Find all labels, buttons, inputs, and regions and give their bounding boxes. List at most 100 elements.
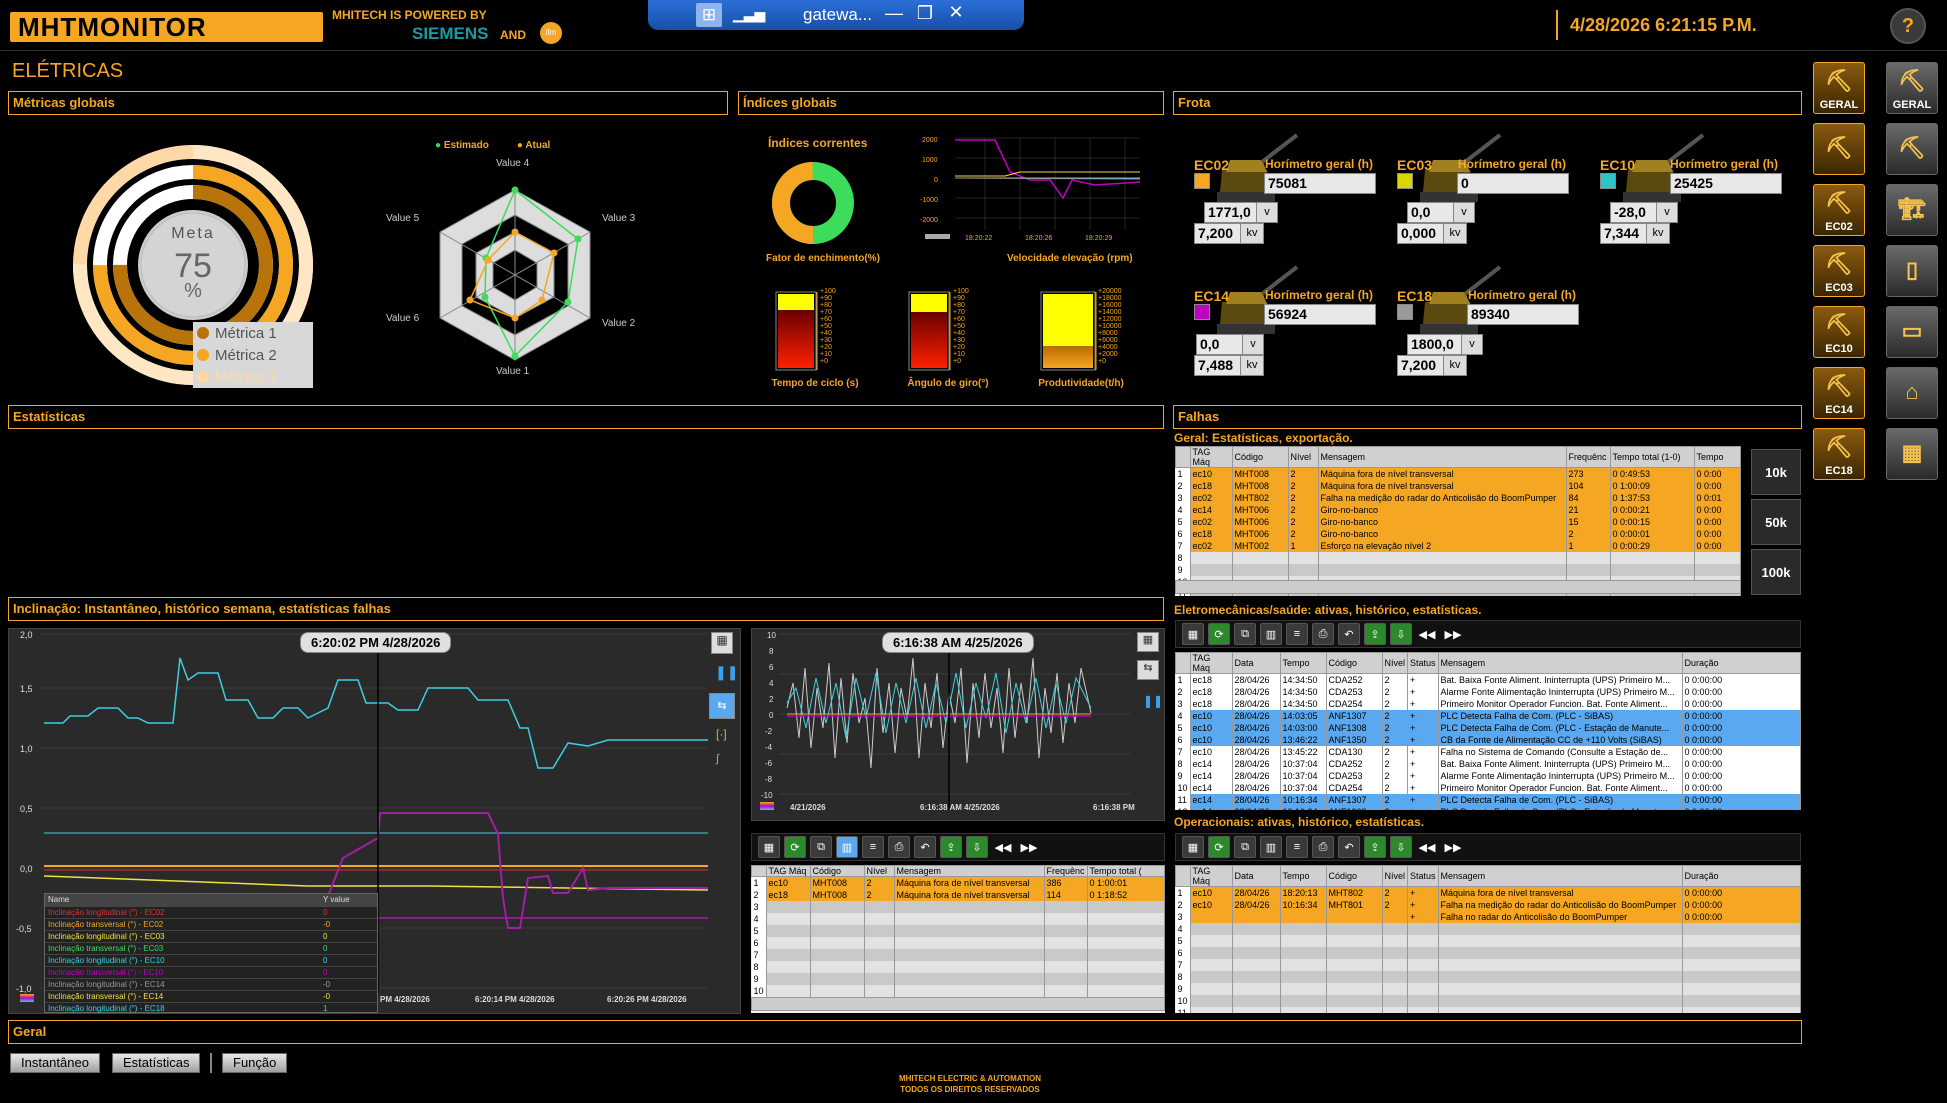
- range-icon[interactable]: [·]: [716, 727, 727, 741]
- restore-button[interactable]: ❐: [913, 3, 937, 24]
- table-row[interactable]: 9: [1175, 563, 1741, 576]
- refresh-icon[interactable]: ⟳: [784, 836, 806, 858]
- table-row[interactable]: 12ec1428/04/2610:16:34ANF13082+PLC Detec…: [1175, 805, 1801, 810]
- table-row[interactable]: 10 ec14 28/04/26 10:37:04 CDA254 2 + Primeiro M…: [1175, 781, 1801, 794]
- forward-icon[interactable]: ▶▶: [1442, 623, 1464, 645]
- filter-icon[interactable]: ≡: [1286, 836, 1308, 858]
- pause-icon[interactable]: ❚❚: [1143, 694, 1163, 708]
- col-header[interactable]: Nível: [1381, 652, 1409, 674]
- table-row[interactable]: 5: [1175, 934, 1801, 947]
- export-up-icon[interactable]: ⇪: [1364, 836, 1386, 858]
- calendar-icon[interactable]: ▦: [1182, 836, 1204, 858]
- chart-icon[interactable]: ▥: [836, 836, 858, 858]
- chart-icon[interactable]: ▥: [1260, 836, 1282, 858]
- stats-horizontal-scrollbar[interactable]: [751, 997, 1165, 1011]
- close-button[interactable]: ✕: [944, 2, 968, 23]
- col-header[interactable]: Duração: [1681, 865, 1801, 887]
- table-row[interactable]: 6: [1175, 946, 1801, 959]
- pause-icon[interactable]: ❚❚: [715, 664, 738, 681]
- col-header[interactable]: Tempo total (: [1086, 865, 1165, 877]
- table-row[interactable]: 4 ec10 28/04/26 14:03:05 ANF1307 2 + PLC Detect…: [1175, 709, 1801, 722]
- col-header[interactable]: Status: [1407, 652, 1439, 674]
- export-down-icon[interactable]: ⇩: [1390, 623, 1412, 645]
- col-header[interactable]: [1175, 865, 1191, 887]
- col-header[interactable]: Nível: [1287, 446, 1319, 468]
- table-row[interactable]: 7 ec02 MHT002 1 Esforço na elevação nível 21…: [1175, 539, 1741, 552]
- export-10k-button[interactable]: 10k: [1751, 449, 1801, 495]
- export-100k-button[interactable]: 100k: [1751, 549, 1801, 595]
- undo-icon[interactable]: ↶: [914, 836, 936, 858]
- col-header[interactable]: [751, 865, 767, 877]
- table-row[interactable]: 11: [1175, 1006, 1801, 1013]
- filter-icon[interactable]: ≡: [1286, 623, 1308, 645]
- calendar-icon[interactable]: ▦: [1137, 632, 1159, 652]
- col-header[interactable]: TAG Máq: [765, 865, 811, 877]
- table-row[interactable]: 9 ec14 28/04/26 10:37:04 CDA253 2 + Alarme Font…: [1175, 769, 1801, 782]
- chart1-legend-toggle-icon[interactable]: [20, 994, 34, 1002]
- print-icon[interactable]: ⎙: [888, 836, 910, 858]
- col-header[interactable]: Nível: [863, 865, 895, 877]
- table-row[interactable]: 8: [751, 960, 1165, 973]
- calendar-icon[interactable]: ▦: [1182, 623, 1204, 645]
- falhas-eletro-table[interactable]: TAG Máq Data Tempo Código Nível Status M…: [1175, 652, 1801, 810]
- export-up-icon[interactable]: ⇪: [1364, 623, 1386, 645]
- table-row[interactable]: 10: [1175, 994, 1801, 1007]
- table-row[interactable]: 8 ec14 28/04/26 10:37:04 CDA252 2 + Bat. Baixa …: [1175, 757, 1801, 770]
- col-header[interactable]: Duração: [1681, 652, 1801, 674]
- side-nav-col1-item-ec18[interactable]: ⛏ EC18: [1813, 428, 1865, 480]
- pin-icon[interactable]: ⊞: [696, 3, 722, 27]
- side-nav-col1-item-ec02[interactable]: ⛏ EC02: [1813, 184, 1865, 236]
- col-header[interactable]: Tempo total (1-0): [1609, 446, 1695, 468]
- rewind-icon[interactable]: ◀◀: [1416, 836, 1438, 858]
- col-header[interactable]: Código: [1325, 865, 1383, 887]
- col-header[interactable]: Frequênc: [1565, 446, 1611, 468]
- col-header[interactable]: Data: [1231, 865, 1281, 887]
- side-nav-col2-item-4[interactable]: ▭: [1886, 306, 1938, 358]
- col-header[interactable]: Mensagem: [1437, 652, 1683, 674]
- table-row[interactable]: 1 ec10 MHT008 2 Máquina fora de nível transv…: [1175, 467, 1741, 480]
- chart-icon[interactable]: ▥: [1260, 623, 1282, 645]
- falhas-geral-table[interactable]: TAG Máq Código Nível Mensagem Frequênc T…: [1175, 446, 1741, 596]
- instantaneo-button[interactable]: Instantâneo: [10, 1053, 100, 1073]
- refresh-icon[interactable]: ⟳: [1208, 836, 1230, 858]
- funcao-button[interactable]: Função: [222, 1053, 288, 1073]
- table-row[interactable]: 7: [751, 948, 1165, 961]
- col-header[interactable]: Código: [809, 865, 865, 877]
- col-header[interactable]: Mensagem: [1437, 865, 1683, 887]
- print-icon[interactable]: ⎙: [1312, 836, 1334, 858]
- help-button[interactable]: ?: [1890, 8, 1926, 44]
- calendar-icon[interactable]: ▦: [711, 632, 733, 654]
- export-down-icon[interactable]: ⇩: [1390, 836, 1412, 858]
- table-row[interactable]: 1 ec18 28/04/26 14:34:50 CDA252 2 + Bat. Baixa …: [1175, 673, 1801, 686]
- side-nav-col2-item-6[interactable]: ▦: [1886, 428, 1938, 480]
- table-row[interactable]: 2 ec18 28/04/26 14:34:50 CDA253 2 + Alarme Font…: [1175, 685, 1801, 698]
- zoom-icon[interactable]: ⇆: [709, 693, 735, 719]
- table-row[interactable]: 9: [1175, 982, 1801, 995]
- col-header[interactable]: [1175, 446, 1191, 468]
- col-header[interactable]: Tempo: [1693, 446, 1741, 468]
- table-row[interactable]: 6 ec10 28/04/26 13:46:22 ANF1350 2 + CB da Font…: [1175, 733, 1801, 746]
- col-header[interactable]: TAG Máq: [1189, 865, 1233, 887]
- fx-icon[interactable]: ∫: [716, 753, 719, 765]
- table-row[interactable]: 7 ec10 28/04/26 13:45:22 CDA130 2 + Falha no Si…: [1175, 745, 1801, 758]
- export-up-icon[interactable]: ⇪: [940, 836, 962, 858]
- table-row[interactable]: 5 ec02 MHT006 2 Giro-no-banco 15 0 0:00:15 0 0:…: [1175, 515, 1741, 528]
- col-header[interactable]: Tempo: [1279, 652, 1327, 674]
- side-nav-col2-item-1[interactable]: ⛏: [1886, 123, 1938, 175]
- filter-icon[interactable]: ≡: [862, 836, 884, 858]
- estatisticas-button[interactable]: Estatísticas: [112, 1053, 201, 1073]
- minimize-button[interactable]: —: [882, 3, 906, 24]
- export-down-icon[interactable]: ⇩: [966, 836, 988, 858]
- side-nav-col1-item-ec14[interactable]: ⛏ EC14: [1813, 367, 1865, 419]
- table-row[interactable]: 1 ec10 28/04/26 18:20:13 MHT802 2 + Máquina for…: [1175, 886, 1801, 899]
- falhas-oper-table[interactable]: TAG Máq Data Tempo Código Nível Status M…: [1175, 865, 1801, 1013]
- side-nav-col1-item-ec03[interactable]: ⛏ EC03: [1813, 245, 1865, 297]
- refresh-icon[interactable]: ⟳: [1208, 623, 1230, 645]
- copy-icon[interactable]: ⧉: [1234, 623, 1256, 645]
- table-row[interactable]: 10: [751, 984, 1165, 997]
- geral-horizontal-scrollbar[interactable]: [1175, 580, 1741, 594]
- table-row[interactable]: 2 ec18 MHT008 2 Máquina fora de nível transv…: [751, 888, 1165, 901]
- col-header[interactable]: Frequênc: [1043, 865, 1088, 877]
- col-header[interactable]: Mensagem: [893, 865, 1045, 877]
- col-header[interactable]: TAG Máq: [1189, 652, 1233, 674]
